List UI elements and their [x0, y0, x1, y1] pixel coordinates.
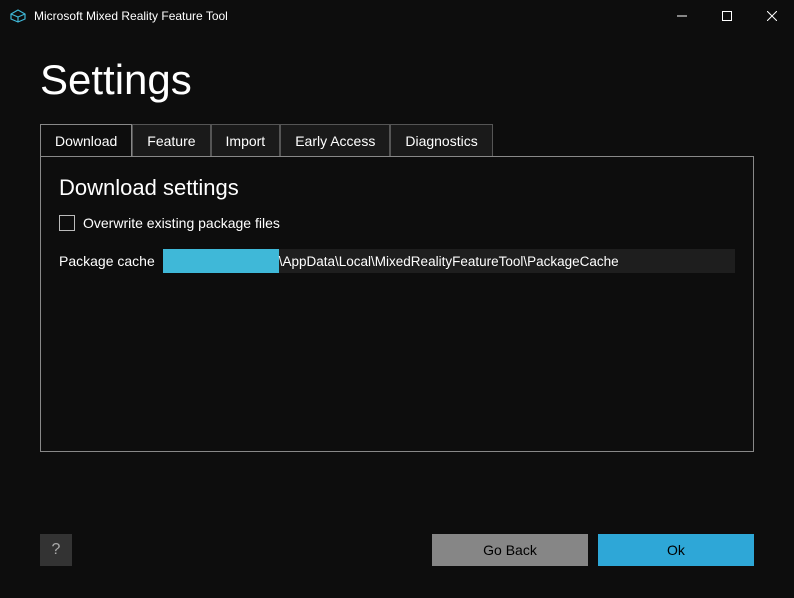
overwrite-checkbox-label: Overwrite existing package files: [83, 215, 280, 231]
redacted-segment: [163, 249, 279, 273]
package-cache-input[interactable]: \AppData\Local\MixedRealityFeatureTool\P…: [163, 249, 735, 273]
window-controls: [659, 0, 794, 32]
app-icon: [10, 8, 26, 24]
tab-strip: Download Feature Import Early Access Dia…: [40, 124, 754, 157]
title-bar: Microsoft Mixed Reality Feature Tool: [0, 0, 794, 32]
maximize-button[interactable]: [704, 0, 749, 32]
tab-download[interactable]: Download: [40, 124, 132, 157]
tab-early-access[interactable]: Early Access: [280, 124, 390, 157]
package-cache-label: Package cache: [59, 253, 155, 269]
minimize-button[interactable]: [659, 0, 704, 32]
close-button[interactable]: [749, 0, 794, 32]
settings-panel: Download settings Overwrite existing pac…: [40, 156, 754, 452]
package-cache-path-text: \AppData\Local\MixedRealityFeatureTool\P…: [279, 254, 619, 269]
footer: ? Go Back Ok: [40, 534, 754, 566]
help-button[interactable]: ?: [40, 534, 72, 566]
checkbox-icon[interactable]: [59, 215, 75, 231]
tab-diagnostics[interactable]: Diagnostics: [390, 124, 492, 157]
tab-import[interactable]: Import: [211, 124, 281, 157]
window-title: Microsoft Mixed Reality Feature Tool: [34, 9, 228, 23]
ok-button[interactable]: Ok: [598, 534, 754, 566]
section-heading: Download settings: [59, 175, 735, 201]
package-cache-row: Package cache \AppData\Local\MixedRealit…: [59, 249, 735, 273]
tab-feature[interactable]: Feature: [132, 124, 210, 157]
overwrite-checkbox-row[interactable]: Overwrite existing package files: [59, 215, 735, 231]
go-back-button[interactable]: Go Back: [432, 534, 588, 566]
page-title: Settings: [0, 32, 794, 124]
